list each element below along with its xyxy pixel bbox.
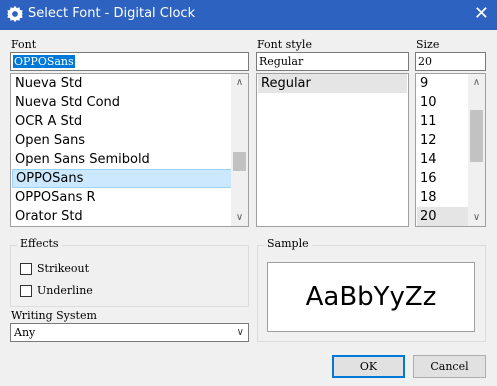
underline-label: Underline — [37, 284, 93, 297]
size-label: Size — [416, 38, 440, 51]
sample-preview: AaBbYyZz — [267, 262, 475, 332]
size-list-item-selected[interactable]: 20 — [417, 207, 469, 226]
chevron-down-icon[interactable]: ∨ — [237, 324, 244, 341]
font-list-item[interactable]: OPPOSans R — [12, 188, 232, 207]
font-style-item-selected[interactable]: Regular — [258, 74, 407, 93]
effects-label: Effects — [17, 237, 62, 250]
size-list[interactable]: 9 10 11 12 14 16 18 20 ∧ ∨ — [415, 73, 486, 227]
font-label: Font — [11, 38, 37, 51]
chevron-up-icon[interactable]: ∧ — [231, 74, 248, 91]
close-icon[interactable]: ✕ — [474, 3, 489, 24]
size-list-item[interactable]: 11 — [417, 112, 469, 131]
size-scroll-thumb[interactable] — [470, 110, 483, 162]
font-list-item[interactable]: Orator Std — [12, 207, 232, 226]
writing-system-select[interactable]: Any ∨ — [10, 323, 249, 342]
chevron-up-icon[interactable]: ∧ — [468, 74, 485, 91]
font-list-item[interactable]: Nueva Std Cond — [12, 93, 232, 112]
size-input[interactable]: 20 — [415, 52, 486, 71]
title-bar[interactable]: Select Font - Digital Clock ✕ — [0, 0, 497, 30]
effects-group: Effects Strikeout Underline — [10, 237, 249, 307]
font-list-item-selected[interactable]: OPPOSans — [12, 169, 232, 188]
sample-label: Sample — [264, 237, 312, 250]
font-list-item[interactable]: Open Sans — [12, 131, 232, 150]
font-style-label: Font style — [257, 38, 312, 51]
writing-system-value: Any — [14, 326, 36, 339]
font-style-list[interactable]: Regular — [256, 73, 409, 227]
writing-system-label: Writing System — [11, 309, 97, 322]
font-style-input[interactable]: Regular — [256, 52, 409, 71]
cancel-button[interactable]: Cancel — [413, 355, 486, 378]
strikeout-checkbox[interactable] — [20, 263, 32, 275]
ok-button[interactable]: OK — [332, 355, 405, 378]
size-list-item[interactable]: 14 — [417, 150, 469, 169]
size-list-item[interactable]: 9 — [417, 74, 469, 93]
font-list-scrollbar[interactable]: ∧ ∨ — [231, 74, 248, 226]
font-list-item[interactable]: Nueva Std — [12, 74, 232, 93]
size-list-item[interactable]: 18 — [417, 188, 469, 207]
strikeout-label: Strikeout — [37, 262, 90, 275]
size-list-item[interactable]: 12 — [417, 131, 469, 150]
underline-checkbox[interactable] — [20, 285, 32, 297]
font-list-item[interactable]: Open Sans Semibold — [12, 150, 232, 169]
chevron-down-icon[interactable]: ∨ — [468, 209, 485, 226]
font-name-input[interactable]: OPPOSans — [10, 52, 249, 71]
size-list-item[interactable]: 10 — [417, 93, 469, 112]
font-name-input-text: OPPOSans — [13, 55, 75, 68]
font-scroll-thumb[interactable] — [233, 152, 246, 171]
gear-icon — [6, 5, 24, 23]
font-list[interactable]: Nueva Std Nueva Std Cond OCR A Std Open … — [10, 73, 249, 227]
size-list-scrollbar[interactable]: ∧ ∨ — [468, 74, 485, 226]
window-title: Select Font - Digital Clock — [28, 6, 196, 21]
size-list-item[interactable]: 16 — [417, 169, 469, 188]
font-list-item[interactable]: OCR A Std — [12, 112, 232, 131]
chevron-down-icon[interactable]: ∨ — [231, 209, 248, 226]
